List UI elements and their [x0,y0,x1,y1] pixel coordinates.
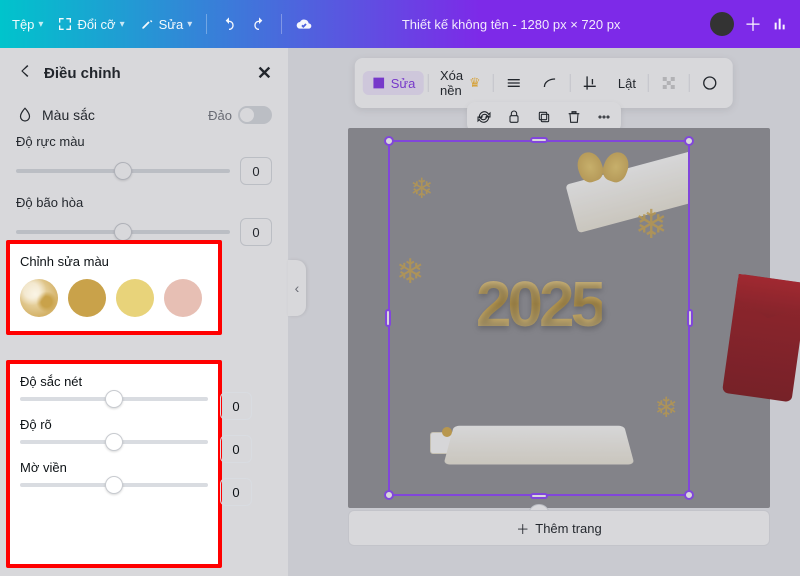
more-button[interactable] [593,106,615,128]
vignette-label: Mờ viền [20,460,208,475]
collapse-sidebar-tab[interactable]: ‹ [288,260,306,316]
vibrance-slider[interactable] [16,169,230,173]
vignette-slider[interactable] [20,483,208,487]
resize-handle-tl[interactable] [384,136,394,146]
close-panel-button[interactable]: ✕ [257,63,272,84]
delete-button[interactable] [563,106,585,128]
transparency-icon [661,75,677,91]
chart-icon [772,16,788,32]
info-button[interactable] [693,71,725,95]
magic-icon [139,16,155,32]
redo-icon [251,16,267,32]
sharpness-slider[interactable] [20,397,208,401]
clarity-value[interactable]: 0 [220,435,252,463]
crop-icon [582,75,598,91]
canvas-board[interactable]: ❄ ❄ ❄ ❄ 2025 [348,128,770,508]
resize-icon [57,16,73,32]
file-menu[interactable]: Tệp▾ [12,17,43,32]
clarity-label: Độ rõ [20,417,208,432]
add-page-button[interactable]: ＋ Thêm trang [348,510,770,546]
curve-button[interactable] [533,71,565,95]
user-avatar[interactable] [710,12,734,36]
edit-color-title: Chỉnh sửa màu [20,254,208,269]
cloud-sync-button[interactable] [296,16,312,32]
redo-button[interactable] [251,16,267,32]
droplet-icon [16,106,34,124]
color-swatch-1[interactable] [68,279,106,317]
add-collaborator-button[interactable]: ＋ [744,11,762,37]
copy-icon [536,109,552,125]
document-title[interactable]: Thiết kế không tên - 1280 px × 720 px [402,17,621,32]
vignette-value[interactable]: 0 [220,478,252,506]
red-envelope-element[interactable] [722,274,800,403]
remove-bg-button[interactable]: Xóa nền ♛ [432,64,489,102]
saturation-value[interactable]: 0 [240,218,272,246]
duplicate-button[interactable] [533,106,555,128]
cloud-check-icon [296,16,312,32]
top-menu-bar: Tệp▾ Đổi cỡ▾ Sửa▾ Thiết kế không tên - 1… [0,0,800,48]
resize-handle-b[interactable] [530,493,548,499]
plus-icon: ＋ [516,519,529,538]
year-text: 2025 [476,267,602,341]
sync-icon [476,109,492,125]
invert-toggle[interactable] [238,106,272,124]
more-icon [596,109,612,125]
clarity-slider[interactable] [20,440,208,444]
surface-sliders-highlight: Độ sắc nét 0 Độ rõ 0 Mờ viền 0 [6,360,222,568]
undo-button[interactable] [221,16,237,32]
lines-button[interactable] [497,71,529,95]
edit-menu[interactable]: Sửa▾ [139,16,193,32]
sharpness-value[interactable]: 0 [220,392,252,420]
arrow-left-icon [16,62,34,80]
resize-menu[interactable]: Đổi cỡ▾ [57,16,124,32]
lock-button[interactable] [503,106,525,128]
color-section-label: Màu sắc [42,107,95,123]
selection-box[interactable]: ❄ ❄ ❄ ❄ 2025 [388,140,690,496]
resize-handle-r[interactable] [687,309,693,327]
resize-handle-br[interactable] [684,490,694,500]
color-swatch-2[interactable] [116,279,154,317]
lock-icon [506,109,522,125]
analytics-button[interactable] [772,16,788,32]
resize-handle-t[interactable] [530,137,548,143]
saturation-slider[interactable] [16,230,230,234]
image-icon [371,75,387,91]
edit-image-button[interactable]: Sửa [363,71,424,95]
resize-handle-l[interactable] [385,309,391,327]
transparency-button[interactable] [653,71,685,95]
trash-icon [566,109,582,125]
back-button[interactable] [16,62,34,84]
artwork-2025: ❄ ❄ ❄ ❄ 2025 [390,142,688,494]
info-icon [701,75,717,91]
vibrance-label: Độ rực màu [16,134,272,149]
element-toolbar: Sửa Xóa nền ♛ Lật [355,58,733,108]
curve-icon [541,75,557,91]
saturation-label: Độ bão hòa [16,195,272,210]
canvas-area: Sửa Xóa nền ♛ Lật ❄ ❄ ❄ [288,48,800,576]
panel-title: Điều chỉnh [44,65,121,82]
vibrance-value[interactable]: 0 [240,157,272,185]
lines-icon [505,75,521,91]
invert-label: Đảo [208,108,232,123]
crop-button[interactable] [574,71,606,95]
color-swatch-3[interactable] [164,279,202,317]
undo-icon [221,16,237,32]
flip-button[interactable]: Lật [610,72,644,95]
color-swatch-original[interactable] [20,279,58,317]
resize-handle-tr[interactable] [684,136,694,146]
resize-handle-bl[interactable] [384,490,394,500]
sync-button[interactable] [473,106,495,128]
edit-color-highlight: Chỉnh sửa màu [6,240,222,335]
crown-icon: ♛ [469,75,481,91]
sharpness-label: Độ sắc nét [20,374,208,389]
